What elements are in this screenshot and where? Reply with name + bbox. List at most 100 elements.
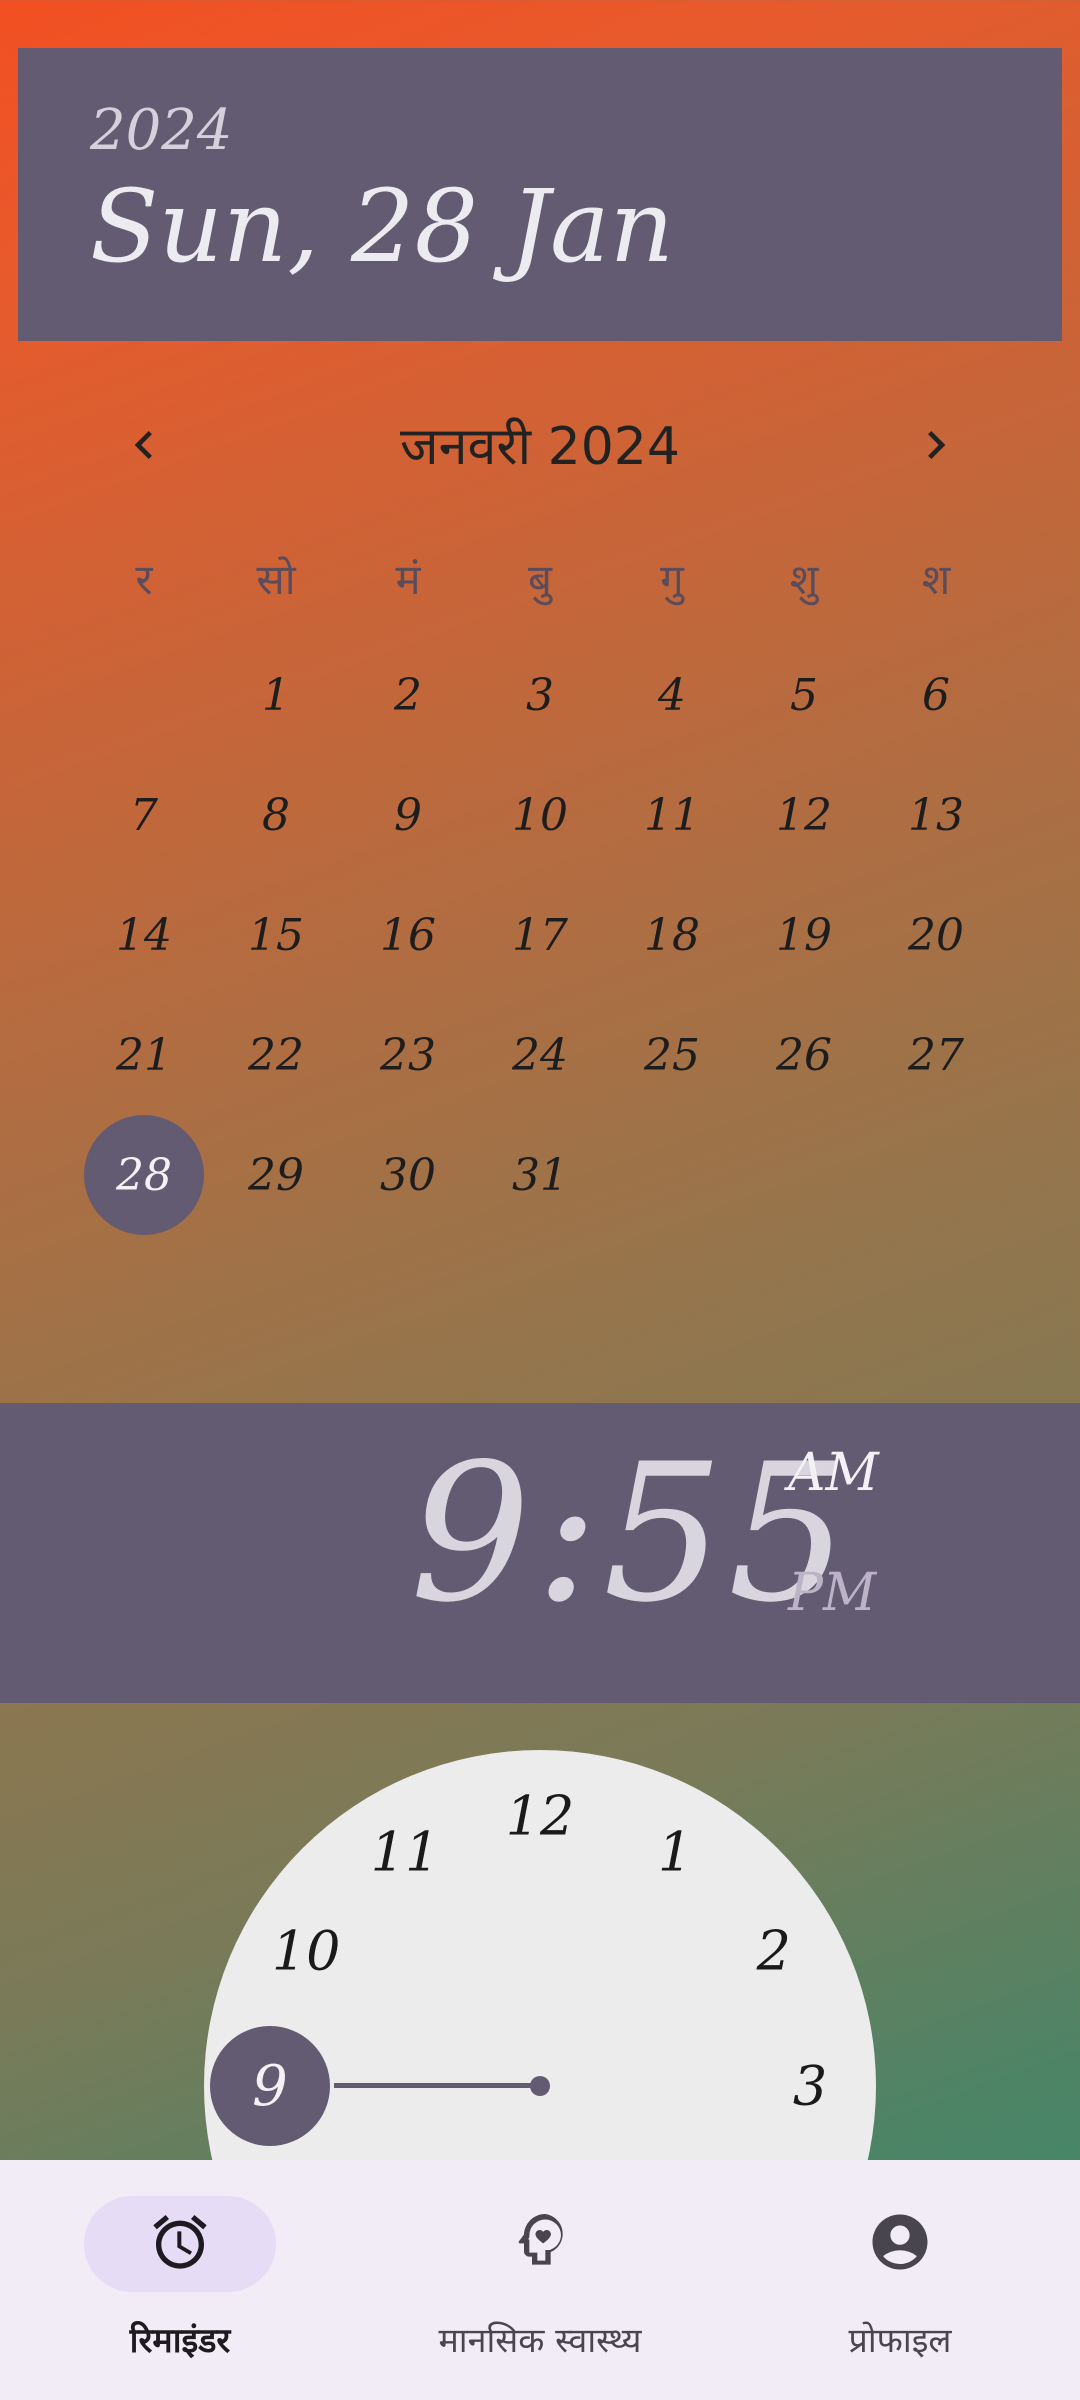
clock-center-dot <box>530 2076 550 2096</box>
am-toggle[interactable]: AM <box>788 1443 879 1503</box>
time-display[interactable]: 9:55 <box>410 1423 853 1644</box>
calendar-day-label: 16 <box>380 909 436 961</box>
calendar-day-label: 21 <box>116 1029 172 1081</box>
dial-hour-11[interactable]: 11 <box>371 1821 440 1884</box>
calendar-day-label: 19 <box>776 909 832 961</box>
calendar-day[interactable]: 30 <box>342 1115 474 1235</box>
bottom-navigation: रिमाइंडर मानसिक स्वास्थ्य प्रोफाइल <box>0 2160 1080 2400</box>
calendar-day[interactable]: 31 <box>474 1115 606 1235</box>
calendar-day[interactable]: 18 <box>606 875 738 995</box>
time-display-band: 9:55 AM PM <box>0 1403 1080 1703</box>
date-header: 2024 Sun, 28 Jan <box>18 48 1062 341</box>
nav-label-reminder: रिमाइंडर <box>129 2321 231 2361</box>
calendar-day[interactable]: 21 <box>78 995 210 1115</box>
chevron-right-icon[interactable] <box>908 417 964 473</box>
calendar-day[interactable]: 29 <box>210 1115 342 1235</box>
calendar-day[interactable]: 12 <box>738 755 870 875</box>
calendar-blank <box>78 635 210 755</box>
calendar-grid: 1 2 3 4 5 6 7 8 9 10 11 12 13 14 15 16 17 18 19 20 21 22 23 24 2… <box>78 635 1002 1235</box>
calendar-day[interactable]: 5 <box>738 635 870 755</box>
calendar-day-label: 7 <box>130 789 158 841</box>
nav-indicator <box>84 2196 276 2292</box>
weekday-label: श <box>921 555 951 604</box>
calendar-day[interactable]: 14 <box>78 875 210 995</box>
calendar-day-label: 23 <box>380 1029 436 1081</box>
weekday-label: र <box>135 555 153 604</box>
calendar-day-label: 3 <box>526 669 554 721</box>
calendar-day-label: 2 <box>394 669 422 721</box>
calendar-day[interactable]: 7 <box>78 755 210 875</box>
calendar-day[interactable]: 9 <box>342 755 474 875</box>
calendar-day-label: 22 <box>248 1029 304 1081</box>
calendar-day[interactable]: 22 <box>210 995 342 1115</box>
calendar-day[interactable]: 1 <box>210 635 342 755</box>
account-circle-icon <box>867 2209 933 2279</box>
calendar-day-label: 9 <box>394 789 422 841</box>
weekday-label: बु <box>528 555 552 604</box>
calendar-day-label: 24 <box>512 1029 568 1081</box>
calendar-day-label: 30 <box>380 1149 436 1201</box>
calendar-day-label: 28 <box>84 1115 204 1235</box>
calendar-day-label: 10 <box>512 789 568 841</box>
weekday-label: मं <box>395 555 421 604</box>
dial-hour-3[interactable]: 3 <box>793 2055 827 2118</box>
calendar-day-label: 25 <box>644 1029 700 1081</box>
calendar-day[interactable]: 25 <box>606 995 738 1115</box>
dial-hour-1[interactable]: 1 <box>658 1821 692 1884</box>
calendar-day[interactable]: 17 <box>474 875 606 995</box>
nav-item-profile[interactable]: प्रोफाइल <box>740 2196 1060 2376</box>
calendar-day[interactable]: 10 <box>474 755 606 875</box>
pm-toggle[interactable]: PM <box>788 1563 876 1623</box>
calendar-day-label: 20 <box>908 909 964 961</box>
calendar-day-label: 15 <box>248 909 304 961</box>
calendar-day[interactable]: 4 <box>606 635 738 755</box>
calendar-day[interactable]: 11 <box>606 755 738 875</box>
nav-label-mental-health: मानसिक स्वास्थ्य <box>438 2321 642 2361</box>
dial-hour-12[interactable]: 12 <box>506 1785 575 1848</box>
calendar-day-label: 5 <box>790 669 818 721</box>
nav-item-mental-health[interactable]: मानसिक स्वास्थ्य <box>380 2196 700 2376</box>
calendar-day[interactable]: 27 <box>870 995 1002 1115</box>
calendar-day-selected[interactable]: 28 <box>78 1115 210 1235</box>
calendar-day[interactable]: 24 <box>474 995 606 1115</box>
clock-hand <box>334 2083 540 2088</box>
calendar-day-label: 12 <box>776 789 832 841</box>
calendar-day[interactable]: 19 <box>738 875 870 995</box>
calendar-day[interactable]: 15 <box>210 875 342 995</box>
calendar-day-label: 4 <box>658 669 686 721</box>
weekday-label: सो <box>256 555 296 604</box>
weekday-label: गु <box>660 555 684 604</box>
calendar-day[interactable]: 20 <box>870 875 1002 995</box>
weekday-header: र सो मं बु गु शु श <box>78 545 1002 615</box>
header-year[interactable]: 2024 <box>90 98 233 163</box>
calendar-day-label: 31 <box>512 1149 568 1201</box>
alarm-clock-icon <box>148 2210 212 2278</box>
calendar-day-label: 1 <box>262 669 290 721</box>
selected-hour-knob[interactable]: 9 <box>210 2026 330 2146</box>
dial-hour-2[interactable]: 2 <box>757 1920 791 1983</box>
calendar-day[interactable]: 26 <box>738 995 870 1115</box>
calendar-day-label: 29 <box>248 1149 304 1201</box>
calendar-day[interactable]: 2 <box>342 635 474 755</box>
nav-item-reminder[interactable]: रिमाइंडर <box>20 2196 340 2376</box>
calendar-day-label: 11 <box>644 789 700 841</box>
calendar-day[interactable]: 8 <box>210 755 342 875</box>
calendar-day[interactable]: 23 <box>342 995 474 1115</box>
calendar-nav: जनवरी 2024 <box>0 395 1080 495</box>
weekday-label: शु <box>789 555 819 604</box>
calendar-day-label: 8 <box>262 789 290 841</box>
calendar-day-label: 18 <box>644 909 700 961</box>
calendar-day-label: 14 <box>116 909 172 961</box>
mental-health-icon <box>508 2210 572 2278</box>
nav-indicator <box>804 2196 996 2292</box>
calendar-day[interactable]: 6 <box>870 635 1002 755</box>
calendar-day[interactable]: 16 <box>342 875 474 995</box>
calendar-day[interactable]: 3 <box>474 635 606 755</box>
nav-label-profile: प्रोफाइल <box>848 2321 952 2361</box>
calendar-day-label: 27 <box>908 1029 964 1081</box>
dial-hour-10[interactable]: 10 <box>272 1920 341 1983</box>
nav-indicator <box>444 2196 636 2292</box>
calendar-day-label: 26 <box>776 1029 832 1081</box>
calendar-day[interactable]: 13 <box>870 755 1002 875</box>
calendar-day-label: 13 <box>908 789 964 841</box>
